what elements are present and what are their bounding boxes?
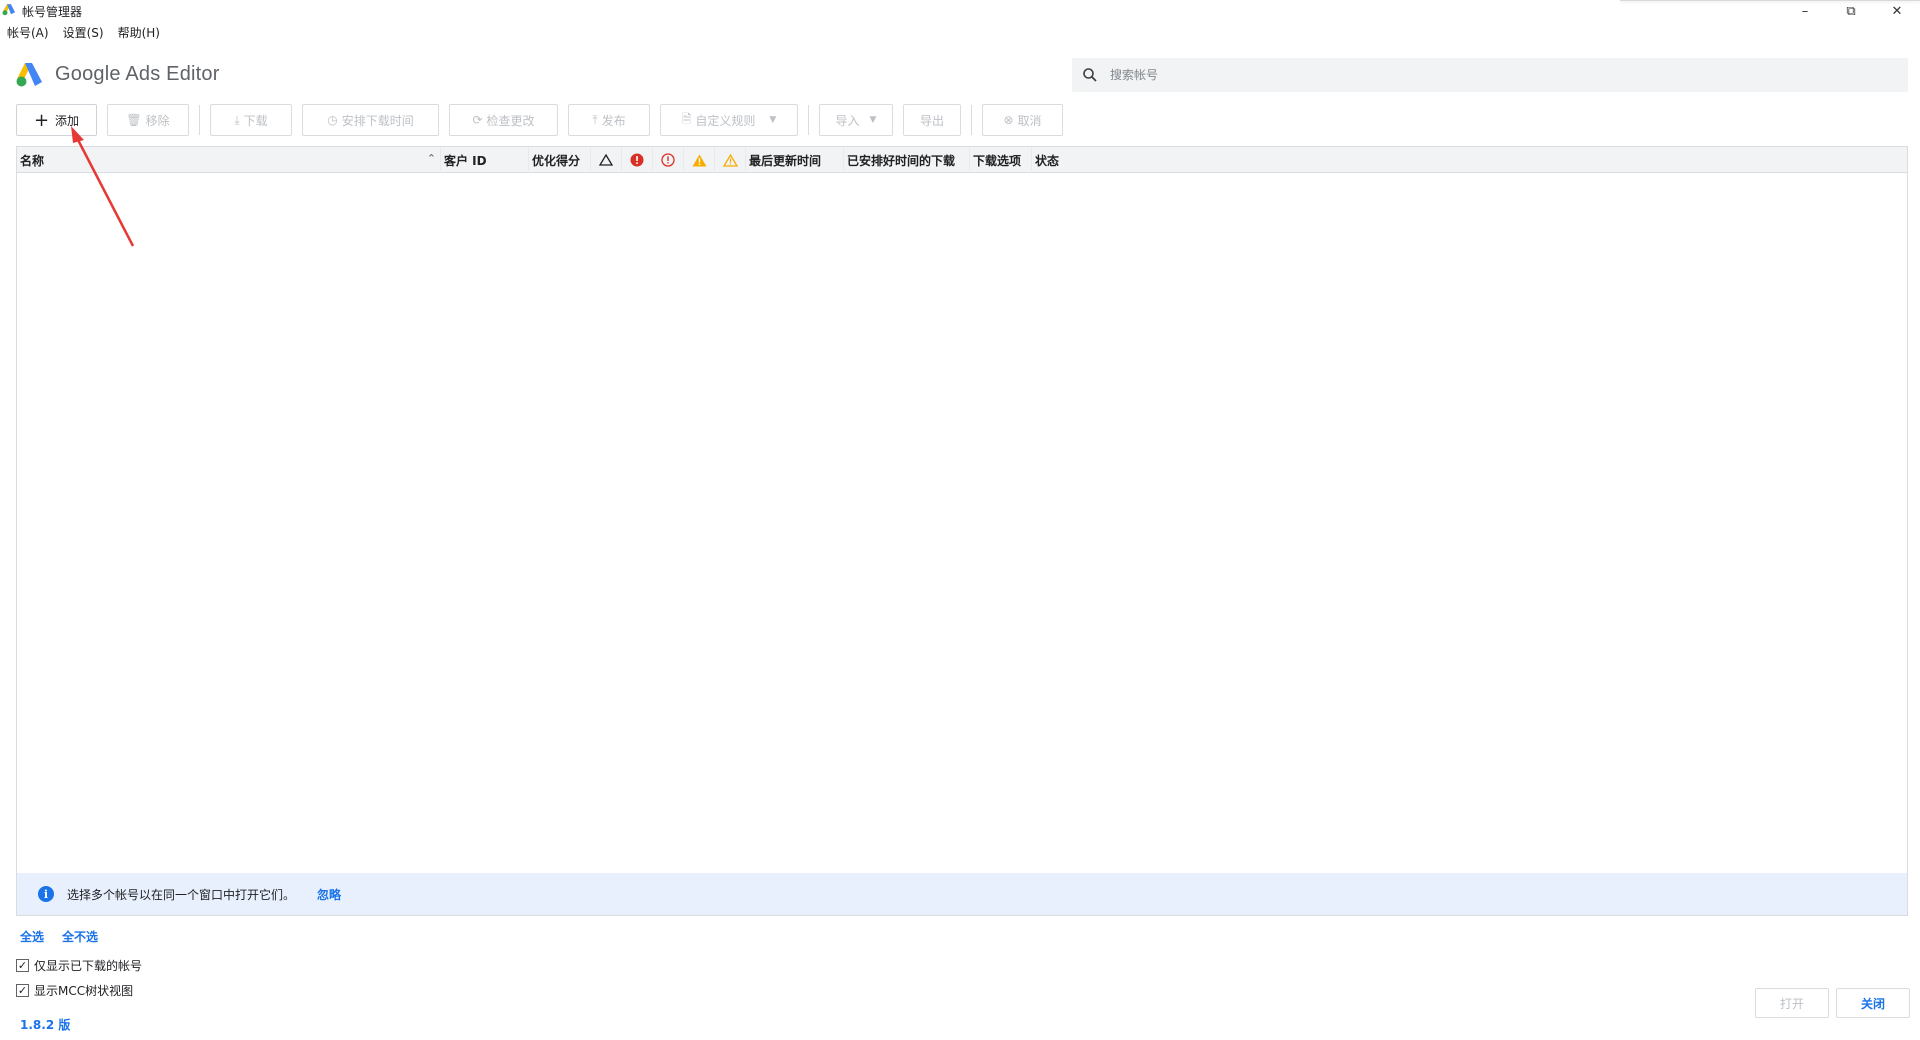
menu-bar: 帐号(A) 设置(S) 帮助(H) [0, 22, 167, 42]
upload-icon: ⤒ [592, 112, 598, 127]
chevron-down-icon: ▼ [769, 115, 777, 125]
schedule-label: 安排下载时间 [341, 113, 414, 128]
remove-label: 移除 [145, 113, 170, 128]
info-banner-text: 选择多个帐号以在同一个窗口中打开它们。 [67, 887, 296, 902]
plus-icon: + [33, 109, 50, 131]
document-icon: 🗎 [681, 111, 692, 126]
column-warning-filled[interactable] [684, 147, 715, 173]
show-mcc-tree-checkbox[interactable]: ✓ [16, 984, 29, 997]
column-status-label: 状态 [1035, 153, 1060, 168]
column-error-outline[interactable] [653, 147, 684, 173]
trash-icon: 🗑 [126, 113, 142, 127]
publish-button[interactable]: ⤒ 发布 [568, 104, 650, 136]
cancel-circle-icon: ⊗ [1003, 113, 1014, 127]
menu-account[interactable]: 帐号(A) [0, 22, 56, 42]
column-name-label: 名称 [20, 153, 45, 168]
search-box[interactable] [1072, 58, 1908, 92]
column-last-updated[interactable]: 最后更新时间 [746, 147, 844, 173]
show-mcc-tree-label: 显示MCC树状视图 [34, 984, 134, 998]
error-outline-icon [661, 153, 675, 167]
brand: Google Ads Editor [16, 62, 220, 87]
column-download-options[interactable]: 下载选项 [970, 147, 1032, 173]
select-all-link[interactable]: 全选 [20, 928, 44, 945]
brand-name: Google Ads Editor [55, 63, 220, 85]
menu-settings[interactable]: 设置(S) [56, 22, 111, 42]
warning-outline-icon [599, 154, 613, 166]
minimize-icon[interactable]: – [1782, 0, 1828, 22]
sort-ascending-icon: ⌃ [426, 152, 436, 165]
show-downloaded-only-label: 仅显示已下载的帐号 [34, 959, 143, 973]
download-label: 下载 [243, 113, 268, 128]
menu-help[interactable]: 帮助(H) [111, 22, 167, 42]
download-button[interactable]: ⤓ 下载 [210, 104, 292, 136]
show-mcc-tree-option[interactable]: ✓ 显示MCC树状视图 [16, 982, 133, 999]
open-button[interactable]: 打开 [1755, 988, 1829, 1018]
show-downloaded-only-checkbox[interactable]: ✓ [16, 959, 29, 972]
column-opt-score-label: 优化得分 [532, 153, 581, 168]
title-bar: 帐号管理器 [0, 0, 1920, 20]
restore-icon[interactable]: ⧉ [1828, 0, 1874, 22]
info-icon: i [38, 886, 54, 902]
cancel-button[interactable]: ⊗ 取消 [982, 104, 1063, 136]
column-last-updated-label: 最后更新时间 [749, 153, 822, 168]
chevron-down-icon: ▼ [869, 115, 877, 125]
show-downloaded-only-option[interactable]: ✓ 仅显示已下载的帐号 [16, 957, 142, 974]
column-warning-outline[interactable] [591, 147, 622, 173]
import-label: 导入 [835, 113, 860, 128]
table-header: 名称 ⌃ 客户 ID 优化得分 最后更新时间 已安排好时间的下载 下载选项 状态 [17, 147, 1907, 173]
column-error-filled[interactable] [622, 147, 653, 173]
check-changes-button[interactable]: ⟳ 检查更改 [449, 104, 558, 136]
publish-label: 发布 [601, 113, 626, 128]
remove-button[interactable]: 🗑 移除 [107, 104, 189, 136]
ignore-link[interactable]: 忽略 [317, 886, 341, 903]
close-icon[interactable]: ✕ [1874, 0, 1920, 22]
column-name[interactable]: 名称 ⌃ [17, 147, 441, 173]
add-label: 添加 [55, 113, 80, 128]
custom-rules-label: 自定义规则 [695, 113, 756, 128]
refresh-icon: ⟳ [472, 113, 483, 127]
toolbar-divider [199, 105, 200, 135]
google-ads-logo-icon [16, 63, 42, 87]
error-filled-icon [630, 153, 644, 167]
schedule-download-button[interactable]: ◷ 安排下载时间 [302, 104, 439, 136]
cancel-label: 取消 [1017, 113, 1042, 128]
warning-outline-yellow-icon [722, 153, 738, 167]
clock-icon: ◷ [327, 113, 338, 127]
toolbar-divider [808, 105, 809, 135]
window-title: 帐号管理器 [22, 5, 83, 19]
download-icon: ⤓ [234, 112, 240, 127]
search-input[interactable] [1110, 68, 1890, 82]
column-customer-id-label: 客户 ID [444, 153, 487, 168]
export-button[interactable]: 导出 [903, 104, 961, 136]
info-banner: i 选择多个帐号以在同一个窗口中打开它们。 忽略 [17, 873, 1907, 915]
column-scheduled-download[interactable]: 已安排好时间的下载 [844, 147, 970, 173]
add-button[interactable]: + 添加 [16, 104, 97, 136]
toolbar: + 添加 🗑 移除 ⤓ 下载 ◷ 安排下载时间 ⟳ 检查更改 ⤒ 发布 🗎 自定… [16, 104, 1073, 136]
version-link[interactable]: 1.8.2 版 [20, 1016, 70, 1033]
accounts-table: 名称 ⌃ 客户 ID 优化得分 最后更新时间 已安排好时间的下载 下载选项 状态… [16, 146, 1908, 916]
select-none-link[interactable]: 全不选 [62, 928, 98, 945]
search-icon [1083, 68, 1097, 82]
custom-rules-button[interactable]: 🗎 自定义规则 ▼ [660, 104, 798, 136]
column-customer-id[interactable]: 客户 ID [441, 147, 529, 173]
export-label: 导出 [919, 113, 944, 128]
import-button[interactable]: 导入 ▼ [819, 104, 893, 136]
check-changes-label: 检查更改 [486, 113, 535, 128]
column-optimization-score[interactable]: 优化得分 [529, 147, 591, 173]
selection-links: 全选 全不选 [20, 928, 98, 945]
google-ads-logo-icon [2, 4, 15, 16]
column-scheduled-download-label: 已安排好时间的下载 [847, 153, 956, 168]
warning-filled-icon [692, 154, 706, 166]
column-download-options-label: 下载选项 [973, 153, 1022, 168]
toolbar-divider [971, 105, 972, 135]
close-button[interactable]: 关闭 [1836, 988, 1910, 1018]
column-status[interactable]: 状态 [1032, 147, 1909, 173]
column-warning-outline-yellow[interactable] [715, 147, 746, 173]
window-controls: – ⧉ ✕ [1782, 0, 1920, 22]
